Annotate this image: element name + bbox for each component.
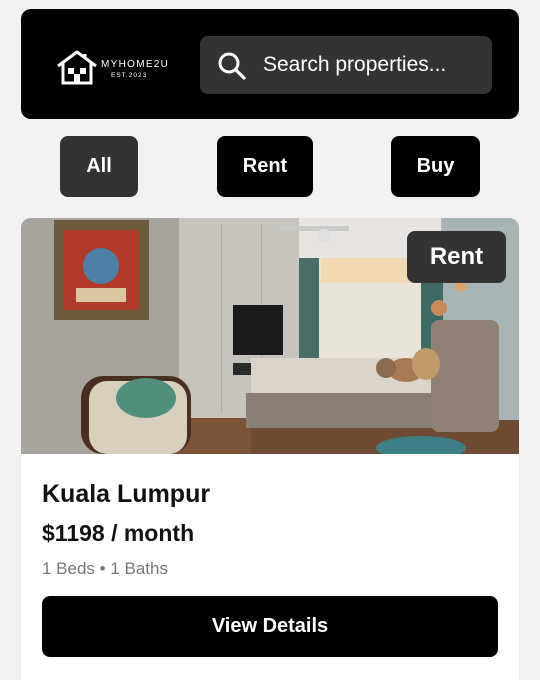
listing-type-badge: Rent — [407, 231, 506, 283]
search-placeholder: Search properties... — [263, 53, 447, 76]
property-price: $1198 / month — [42, 520, 195, 546]
logo[interactable]: MYHOME2U EST.2023 — [55, 47, 175, 87]
filter-rent-button[interactable]: Rent — [217, 136, 313, 197]
property-location: Kuala Lumpur — [42, 480, 211, 508]
filter-buy-button[interactable]: Buy — [391, 136, 480, 197]
property-card: Rent Kuala Lumpur $1198 / month 1 Beds •… — [21, 218, 519, 680]
house-logo-icon — [57, 50, 97, 85]
logo-name: MYHOME2U — [101, 59, 170, 70]
filter-all-button[interactable]: All — [60, 136, 138, 197]
property-specs: 1 Beds • 1 Baths — [42, 559, 168, 578]
logo-established: EST.2023 — [111, 72, 148, 79]
search-icon — [218, 52, 246, 80]
view-details-button[interactable]: View Details — [42, 596, 498, 657]
search-input[interactable]: Search properties... — [200, 36, 492, 94]
app-header: MYHOME2U EST.2023 Search properties... — [21, 9, 519, 119]
